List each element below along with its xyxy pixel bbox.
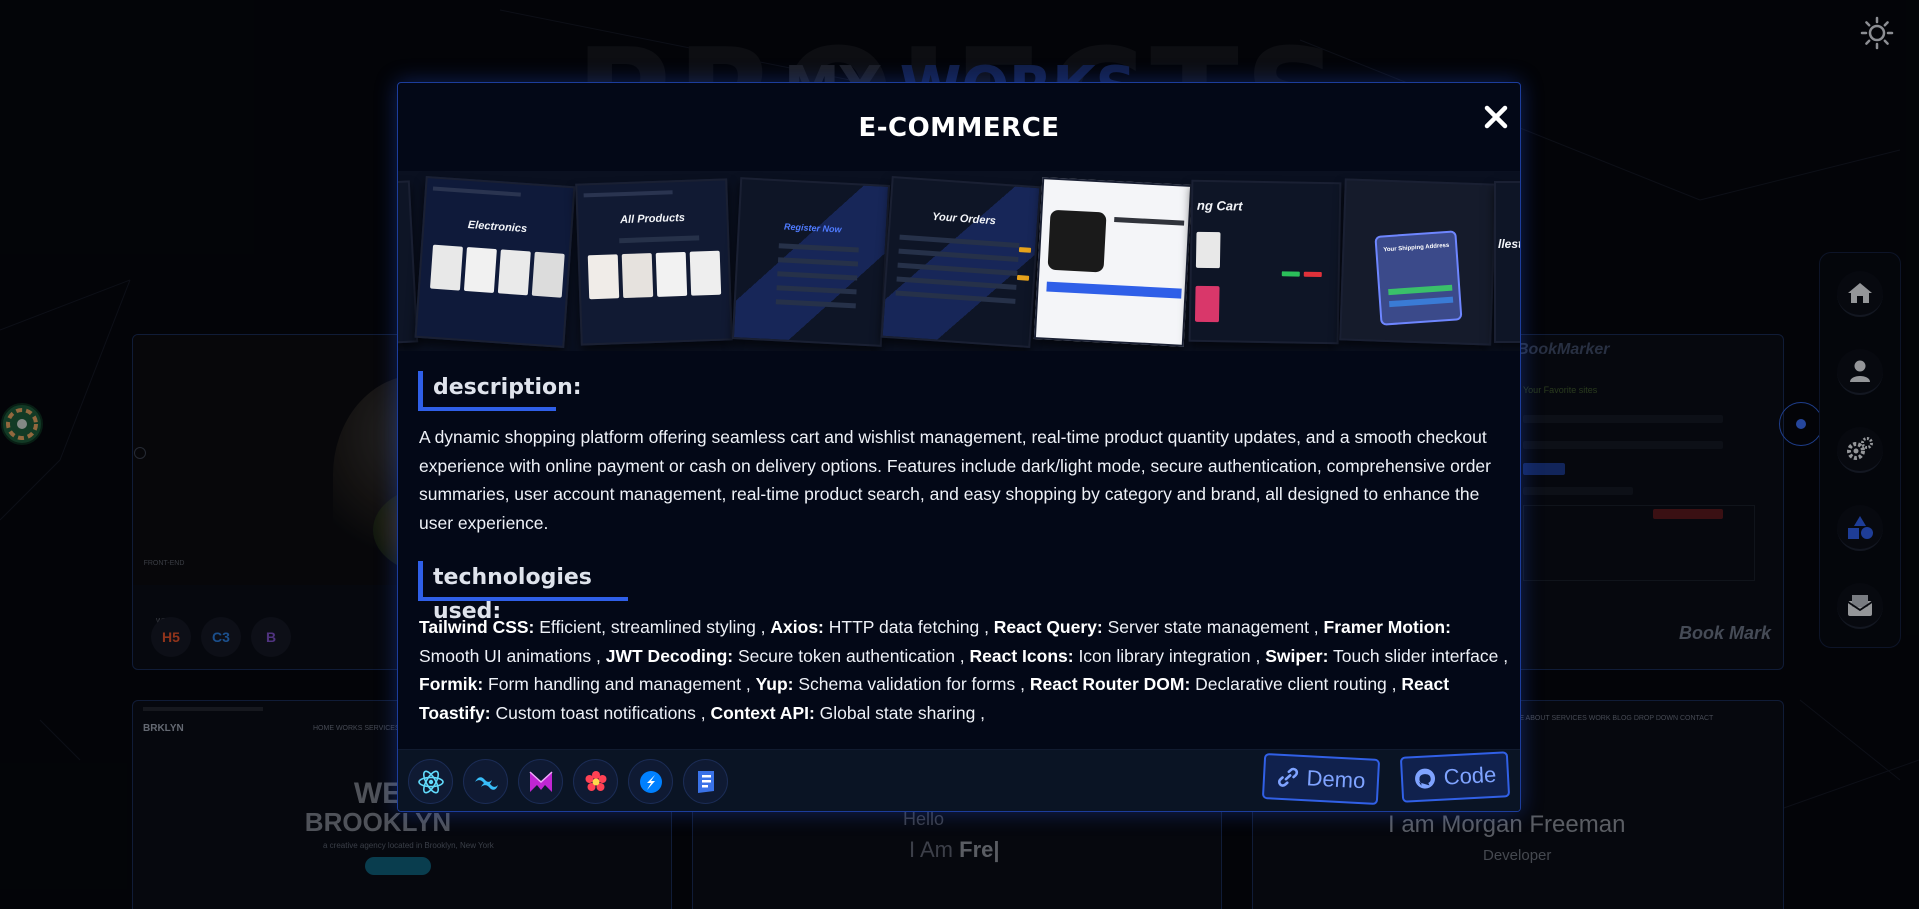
description-heading: description: bbox=[418, 371, 582, 411]
tech-desc: Touch slider interface , bbox=[1328, 645, 1509, 666]
tech-desc: HTTP data fetching , bbox=[823, 617, 994, 637]
shipping-cash bbox=[1388, 296, 1454, 308]
flower-logo-icon bbox=[585, 770, 606, 791]
tech-desc: Server state management , bbox=[1102, 617, 1324, 637]
tech-name: Swiper: bbox=[1265, 645, 1329, 666]
formik-logo-icon bbox=[697, 770, 714, 793]
shipping-form-title: Your Shipping Address bbox=[1383, 242, 1450, 254]
slide-title: Electronics bbox=[467, 219, 528, 236]
search-bar bbox=[619, 235, 700, 244]
gallery-slide[interactable]: Your Orders bbox=[880, 175, 1042, 349]
shipping-form: Your Shipping Address bbox=[1374, 230, 1463, 326]
gallery-slide[interactable]: ng Cart bbox=[1188, 179, 1342, 345]
slide-title: ng Cart bbox=[1196, 197, 1243, 214]
product-thumb bbox=[497, 249, 531, 296]
status-chip bbox=[1016, 274, 1030, 281]
gallery-slide[interactable]: All Products bbox=[575, 178, 733, 346]
link-icon bbox=[1277, 767, 1298, 787]
product-thumb bbox=[689, 250, 722, 296]
tech-desc: Schema validation for forms , bbox=[793, 674, 1030, 694]
tech-name: Formik: bbox=[419, 674, 484, 694]
technologies-list: Tailwind CSS: Efficient, streamlined sty… bbox=[419, 613, 1509, 727]
shipping-submit bbox=[1388, 284, 1453, 296]
tech-desc: Secure token authentication , bbox=[733, 645, 970, 666]
product-thumb bbox=[621, 253, 654, 299]
close-icon bbox=[1484, 105, 1508, 129]
tech-name: Tailwind CSS: bbox=[419, 617, 535, 637]
project-modal: E-COMMERCE Electronics All Products Regi… bbox=[397, 82, 1521, 812]
tech-name: React Query: bbox=[993, 617, 1103, 637]
react-query-icon bbox=[573, 759, 618, 804]
tailwind-logo-icon bbox=[474, 776, 498, 790]
close-button[interactable] bbox=[1476, 97, 1516, 137]
tech-name: React Icons: bbox=[969, 645, 1074, 666]
slide-title bbox=[398, 220, 410, 221]
framer-logo-icon bbox=[528, 770, 553, 792]
swiper-icon bbox=[628, 759, 673, 804]
product-thumb bbox=[463, 247, 497, 293]
remove-chip bbox=[1303, 271, 1322, 277]
cart-item-thumb bbox=[1195, 231, 1221, 269]
screenshot-gallery[interactable]: Electronics All Products Register Now Yo… bbox=[398, 171, 1520, 351]
tech-desc: Icon library integration , bbox=[1073, 645, 1266, 666]
code-label: Code bbox=[1443, 761, 1497, 790]
product-thumb bbox=[531, 251, 565, 298]
product-name bbox=[1114, 217, 1185, 226]
tech-name: JWT Decoding: bbox=[605, 645, 734, 666]
cart-item-thumb bbox=[1194, 285, 1220, 323]
status-chip bbox=[1018, 247, 1032, 253]
slide-backdrop bbox=[882, 178, 1040, 346]
technologies-heading: technologies used: bbox=[418, 561, 628, 624]
demo-label: Demo bbox=[1306, 765, 1366, 794]
framer-motion-icon bbox=[518, 759, 563, 804]
product-image bbox=[1047, 209, 1107, 273]
tech-icon-list bbox=[408, 759, 728, 804]
product-thumb bbox=[587, 254, 620, 300]
slide-title: All Products bbox=[619, 211, 686, 227]
tech-desc: Efficient, streamlined styling , bbox=[534, 617, 771, 637]
tailwind-icon bbox=[463, 759, 508, 804]
tech-desc: Smooth UI animations , bbox=[419, 645, 606, 666]
tech-desc: Global state sharing , bbox=[814, 702, 986, 723]
tech-name: Context API: bbox=[710, 702, 815, 723]
modal-title: E-COMMERCE bbox=[858, 113, 1060, 143]
gallery-slide[interactable] bbox=[1033, 177, 1193, 347]
tech-desc: Custom toast notifications , bbox=[490, 702, 711, 723]
demo-button[interactable]: Demo bbox=[1261, 752, 1381, 806]
react-icon bbox=[408, 759, 453, 804]
gallery-slide[interactable]: Register Now bbox=[731, 177, 891, 347]
gallery-slide[interactable]: llest bbox=[1494, 181, 1520, 343]
gallery-slide[interactable]: Your Shipping Address bbox=[1339, 178, 1497, 346]
tech-name: Axios: bbox=[770, 617, 824, 637]
github-icon bbox=[1414, 768, 1435, 789]
code-button[interactable]: Code bbox=[1399, 751, 1511, 803]
formik-icon bbox=[683, 759, 728, 804]
tech-name: Framer Motion: bbox=[1323, 617, 1451, 637]
tech-desc: Declarative client routing , bbox=[1190, 674, 1402, 694]
gallery-slide[interactable]: Electronics bbox=[414, 175, 576, 349]
product-thumb bbox=[655, 251, 688, 297]
add-to-cart-bar bbox=[1046, 281, 1182, 299]
slide-navbar bbox=[583, 190, 673, 198]
slide-title: llest bbox=[1498, 237, 1520, 251]
project-description: A dynamic shopping platform offering sea… bbox=[419, 427, 1491, 533]
modal-footer: Demo Code bbox=[398, 749, 1520, 811]
slide-navbar bbox=[432, 186, 521, 197]
tech-desc: Form handling and management , bbox=[483, 674, 756, 694]
tech-name: React Router DOM: bbox=[1029, 674, 1191, 694]
product-thumb bbox=[429, 244, 463, 291]
react-logo-icon bbox=[417, 770, 444, 793]
tech-name: Yup: bbox=[755, 674, 794, 694]
swiper-logo-icon bbox=[639, 770, 662, 793]
quantity-chip bbox=[1281, 271, 1300, 277]
